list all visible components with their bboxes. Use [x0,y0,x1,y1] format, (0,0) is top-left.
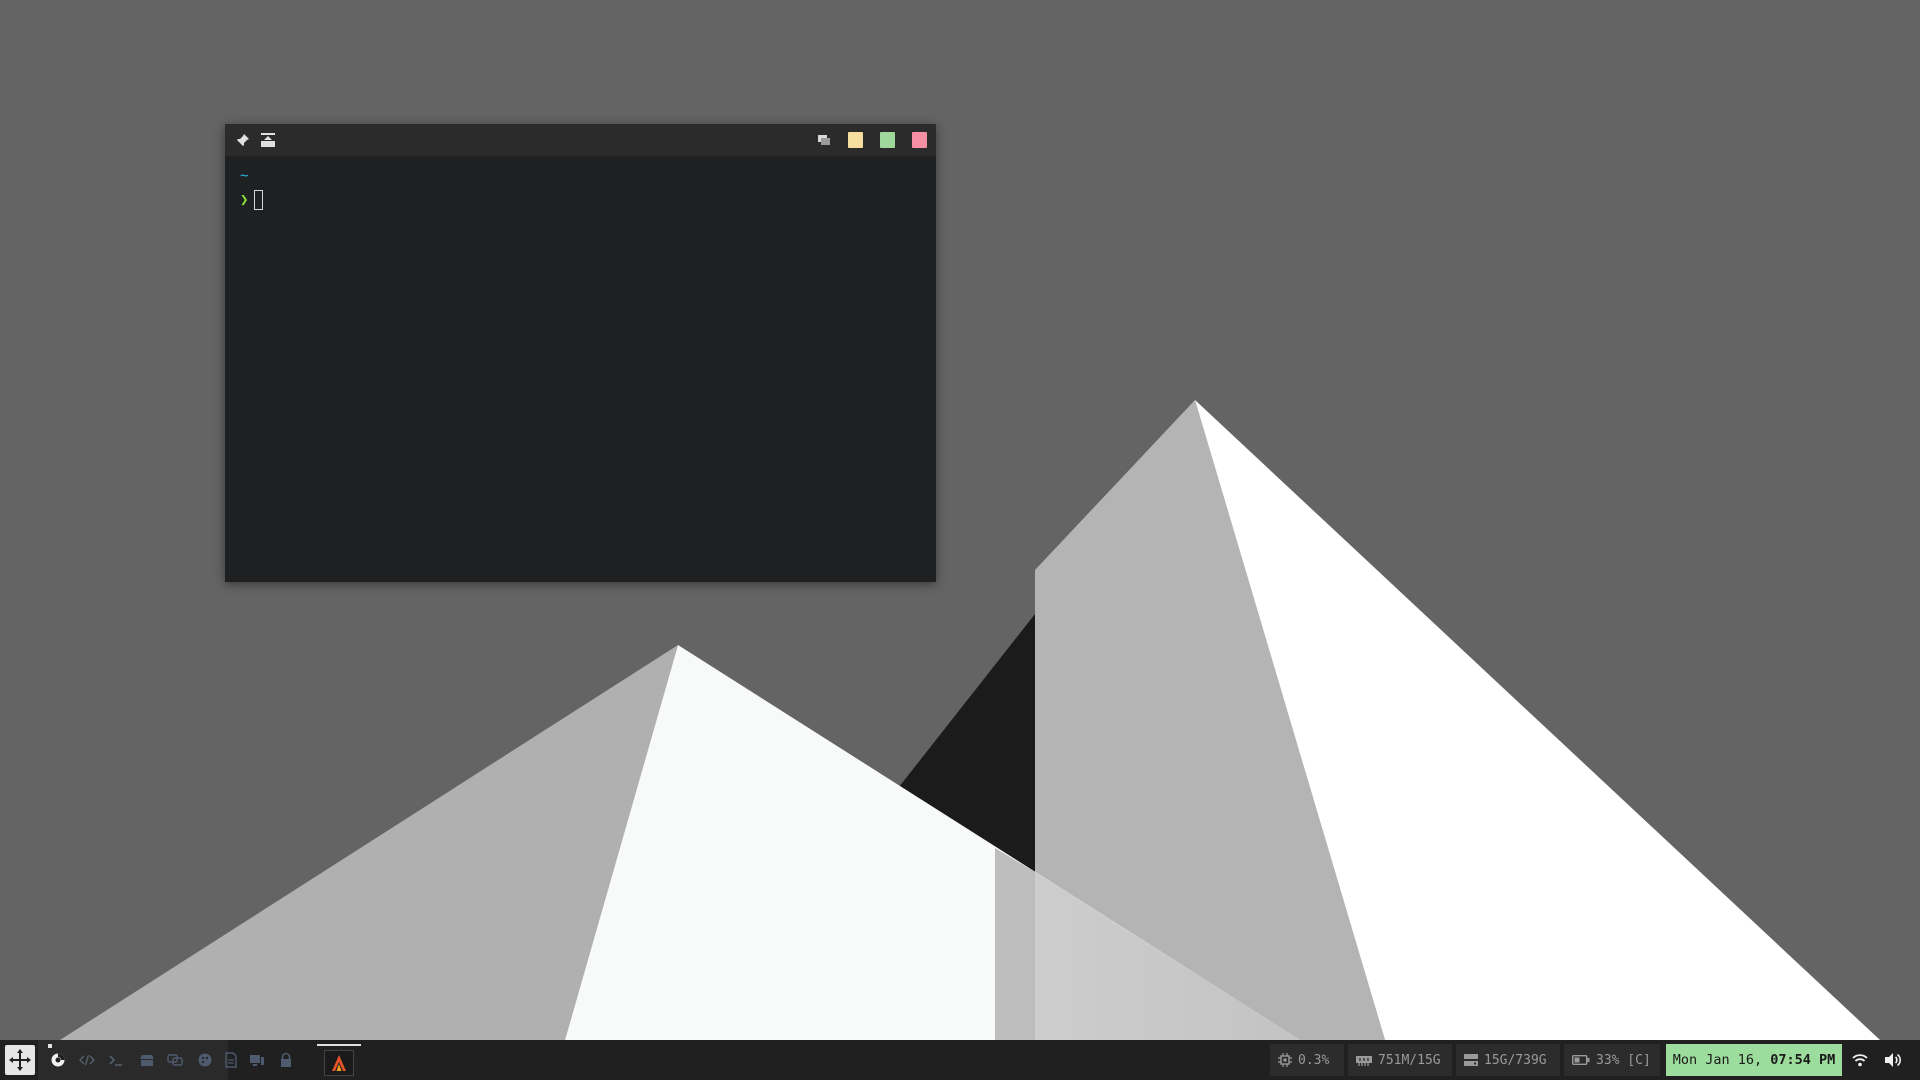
terminal-titlebar[interactable] [225,124,936,156]
active-workspace-dot [48,1044,52,1048]
palette-icon[interactable] [197,1052,213,1068]
wifi-icon[interactable] [1852,1053,1868,1067]
prompt-symbol: ❯ [240,192,249,208]
clock-date: Mon Jan 16, [1672,1052,1771,1068]
terminal-icon[interactable] [108,1052,124,1068]
layout-button[interactable] [5,1045,35,1075]
move-arrows-icon [9,1049,31,1071]
memory-usage: 751M/15G [1378,1052,1441,1068]
disk-icon [1464,1054,1478,1066]
memory-icon [1356,1056,1372,1066]
swatch-green-button[interactable] [880,132,895,148]
devices-icon[interactable] [249,1052,265,1068]
active-app-indicator [317,1044,361,1046]
battery-module[interactable]: 33% [C] [1564,1044,1660,1076]
disk-usage: 15G/739G [1484,1052,1547,1068]
pin-icon[interactable] [235,132,251,148]
terminal-window[interactable]: ~ ❯ [225,124,936,582]
maximize-icon[interactable] [260,132,276,148]
code-icon[interactable] [79,1052,95,1068]
document-icon[interactable] [223,1052,239,1068]
battery-icon [1572,1055,1590,1065]
volume-icon[interactable] [1884,1052,1902,1068]
stack-windows-icon[interactable] [816,132,832,148]
terminal-body[interactable]: ~ ❯ [240,164,926,572]
cpu-usage: 0.3% [1298,1052,1330,1068]
lock-icon[interactable] [278,1052,294,1068]
battery-status: 33% [C] [1596,1052,1651,1068]
current-directory: ~ [240,168,249,184]
swatch-yellow-button[interactable] [848,132,863,148]
text-cursor [254,190,264,210]
browser-icon[interactable] [50,1052,66,1068]
store-icon[interactable] [139,1052,155,1068]
cpu-icon [1278,1053,1292,1067]
taskbar: 0.3% 751M/15G 15G/739G 33% [C] Mon Jan 1… [0,1040,1920,1080]
clock[interactable]: Mon Jan 16, 07:54 PM [1666,1044,1842,1076]
taskbar-app-alacritty[interactable] [324,1050,354,1076]
alacritty-icon [332,1055,346,1071]
disk-module[interactable]: 15G/739G [1456,1044,1560,1076]
clock-time: 07:54 PM [1770,1052,1836,1068]
memory-module[interactable]: 751M/15G [1348,1044,1452,1076]
swatch-pink-button[interactable] [912,132,927,148]
chat-icon[interactable] [167,1052,183,1068]
cpu-module[interactable]: 0.3% [1270,1044,1344,1076]
